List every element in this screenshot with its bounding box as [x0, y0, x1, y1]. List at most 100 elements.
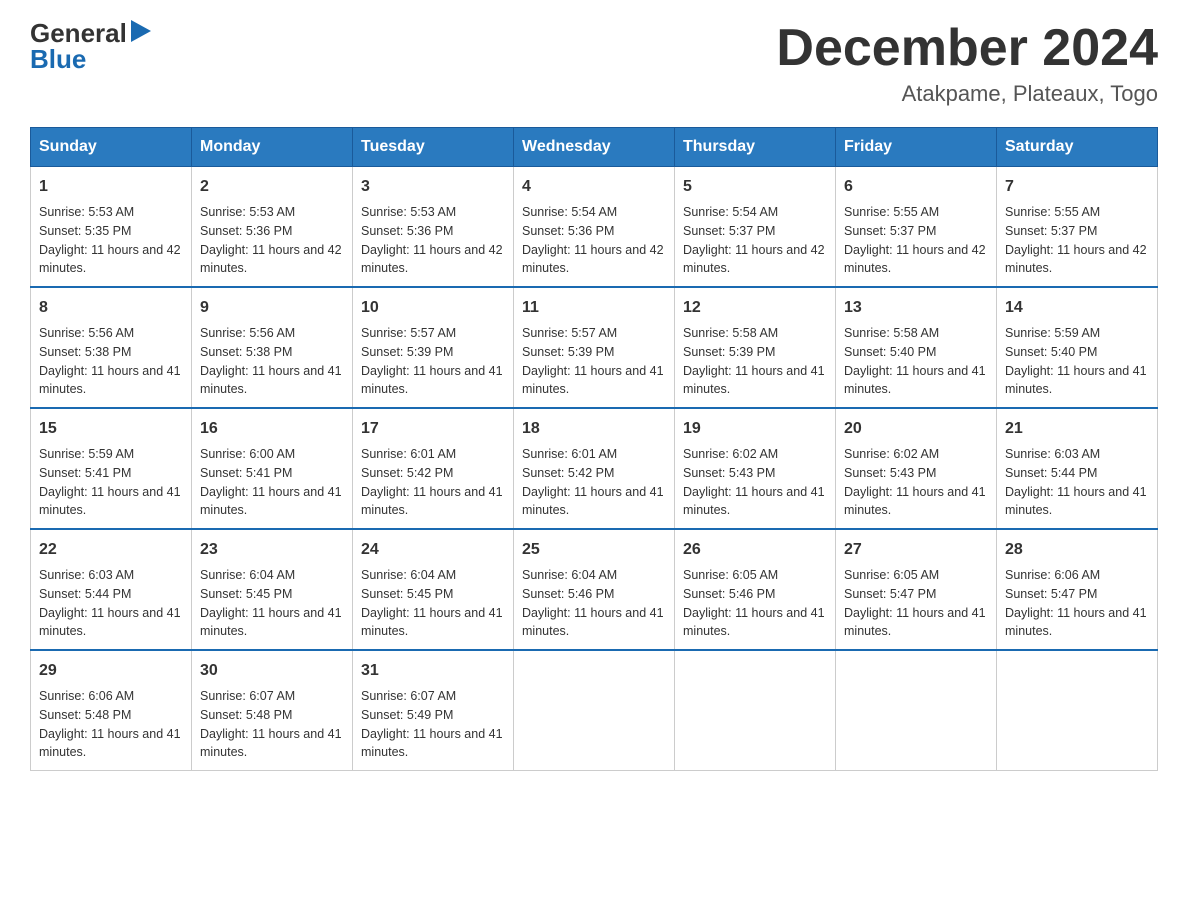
table-row: 9 Sunrise: 5:56 AM Sunset: 5:38 PM Dayli…: [192, 287, 353, 408]
day-info: Sunrise: 5:56 AM Sunset: 5:38 PM Dayligh…: [200, 324, 344, 399]
calendar-week-row: 29 Sunrise: 6:06 AM Sunset: 5:48 PM Dayl…: [31, 650, 1158, 771]
day-info: Sunrise: 6:02 AM Sunset: 5:43 PM Dayligh…: [683, 445, 827, 520]
header: General Blue December 2024 Atakpame, Pla…: [30, 20, 1158, 107]
page: General Blue December 2024 Atakpame, Pla…: [0, 0, 1188, 791]
day-number: 7: [1005, 175, 1149, 199]
table-row: 26 Sunrise: 6:05 AM Sunset: 5:46 PM Dayl…: [675, 529, 836, 650]
table-row: 22 Sunrise: 6:03 AM Sunset: 5:44 PM Dayl…: [31, 529, 192, 650]
header-friday: Friday: [836, 128, 997, 167]
logo-arrow-icon: [131, 20, 151, 42]
day-number: 3: [361, 175, 505, 199]
day-info: Sunrise: 5:59 AM Sunset: 5:40 PM Dayligh…: [1005, 324, 1149, 399]
day-info: Sunrise: 6:02 AM Sunset: 5:43 PM Dayligh…: [844, 445, 988, 520]
day-info: Sunrise: 6:01 AM Sunset: 5:42 PM Dayligh…: [361, 445, 505, 520]
day-number: 15: [39, 417, 183, 441]
table-row: 1 Sunrise: 5:53 AM Sunset: 5:35 PM Dayli…: [31, 167, 192, 288]
day-number: 20: [844, 417, 988, 441]
title-area: December 2024 Atakpame, Plateaux, Togo: [776, 20, 1158, 107]
table-row: 20 Sunrise: 6:02 AM Sunset: 5:43 PM Dayl…: [836, 408, 997, 529]
location: Atakpame, Plateaux, Togo: [776, 81, 1158, 107]
table-row: 28 Sunrise: 6:06 AM Sunset: 5:47 PM Dayl…: [997, 529, 1158, 650]
header-thursday: Thursday: [675, 128, 836, 167]
calendar-week-row: 15 Sunrise: 5:59 AM Sunset: 5:41 PM Dayl…: [31, 408, 1158, 529]
day-number: 2: [200, 175, 344, 199]
table-row: 13 Sunrise: 5:58 AM Sunset: 5:40 PM Dayl…: [836, 287, 997, 408]
table-row: 12 Sunrise: 5:58 AM Sunset: 5:39 PM Dayl…: [675, 287, 836, 408]
table-row: 6 Sunrise: 5:55 AM Sunset: 5:37 PM Dayli…: [836, 167, 997, 288]
table-row: 31 Sunrise: 6:07 AM Sunset: 5:49 PM Dayl…: [353, 650, 514, 771]
day-info: Sunrise: 6:04 AM Sunset: 5:46 PM Dayligh…: [522, 566, 666, 641]
day-info: Sunrise: 6:04 AM Sunset: 5:45 PM Dayligh…: [200, 566, 344, 641]
day-number: 11: [522, 296, 666, 320]
table-row: [836, 650, 997, 771]
table-row: 10 Sunrise: 5:57 AM Sunset: 5:39 PM Dayl…: [353, 287, 514, 408]
header-monday: Monday: [192, 128, 353, 167]
table-row: 5 Sunrise: 5:54 AM Sunset: 5:37 PM Dayli…: [675, 167, 836, 288]
table-row: 18 Sunrise: 6:01 AM Sunset: 5:42 PM Dayl…: [514, 408, 675, 529]
day-info: Sunrise: 5:54 AM Sunset: 5:37 PM Dayligh…: [683, 203, 827, 278]
day-number: 14: [1005, 296, 1149, 320]
day-info: Sunrise: 6:00 AM Sunset: 5:41 PM Dayligh…: [200, 445, 344, 520]
day-info: Sunrise: 5:56 AM Sunset: 5:38 PM Dayligh…: [39, 324, 183, 399]
day-info: Sunrise: 5:55 AM Sunset: 5:37 PM Dayligh…: [844, 203, 988, 278]
day-number: 9: [200, 296, 344, 320]
header-saturday: Saturday: [997, 128, 1158, 167]
table-row: [514, 650, 675, 771]
day-number: 5: [683, 175, 827, 199]
table-row: 8 Sunrise: 5:56 AM Sunset: 5:38 PM Dayli…: [31, 287, 192, 408]
day-number: 12: [683, 296, 827, 320]
day-info: Sunrise: 5:53 AM Sunset: 5:35 PM Dayligh…: [39, 203, 183, 278]
header-sunday: Sunday: [31, 128, 192, 167]
day-number: 19: [683, 417, 827, 441]
day-number: 13: [844, 296, 988, 320]
logo-text-blue: Blue: [30, 46, 86, 72]
day-info: Sunrise: 6:03 AM Sunset: 5:44 PM Dayligh…: [39, 566, 183, 641]
table-row: 23 Sunrise: 6:04 AM Sunset: 5:45 PM Dayl…: [192, 529, 353, 650]
day-number: 21: [1005, 417, 1149, 441]
day-number: 16: [200, 417, 344, 441]
table-row: 19 Sunrise: 6:02 AM Sunset: 5:43 PM Dayl…: [675, 408, 836, 529]
day-info: Sunrise: 6:01 AM Sunset: 5:42 PM Dayligh…: [522, 445, 666, 520]
day-number: 10: [361, 296, 505, 320]
day-number: 1: [39, 175, 183, 199]
calendar-week-row: 8 Sunrise: 5:56 AM Sunset: 5:38 PM Dayli…: [31, 287, 1158, 408]
day-number: 18: [522, 417, 666, 441]
day-info: Sunrise: 6:04 AM Sunset: 5:45 PM Dayligh…: [361, 566, 505, 641]
day-number: 28: [1005, 538, 1149, 562]
day-info: Sunrise: 6:05 AM Sunset: 5:47 PM Dayligh…: [844, 566, 988, 641]
weekday-header-row: Sunday Monday Tuesday Wednesday Thursday…: [31, 128, 1158, 167]
month-title: December 2024: [776, 20, 1158, 77]
table-row: 15 Sunrise: 5:59 AM Sunset: 5:41 PM Dayl…: [31, 408, 192, 529]
calendar-table: Sunday Monday Tuesday Wednesday Thursday…: [30, 127, 1158, 771]
day-info: Sunrise: 6:05 AM Sunset: 5:46 PM Dayligh…: [683, 566, 827, 641]
day-info: Sunrise: 5:57 AM Sunset: 5:39 PM Dayligh…: [361, 324, 505, 399]
day-number: 25: [522, 538, 666, 562]
day-number: 29: [39, 659, 183, 683]
day-info: Sunrise: 5:57 AM Sunset: 5:39 PM Dayligh…: [522, 324, 666, 399]
table-row: 7 Sunrise: 5:55 AM Sunset: 5:37 PM Dayli…: [997, 167, 1158, 288]
day-number: 23: [200, 538, 344, 562]
calendar-week-row: 22 Sunrise: 6:03 AM Sunset: 5:44 PM Dayl…: [31, 529, 1158, 650]
day-number: 22: [39, 538, 183, 562]
table-row: 3 Sunrise: 5:53 AM Sunset: 5:36 PM Dayli…: [353, 167, 514, 288]
day-number: 6: [844, 175, 988, 199]
table-row: 21 Sunrise: 6:03 AM Sunset: 5:44 PM Dayl…: [997, 408, 1158, 529]
day-info: Sunrise: 5:54 AM Sunset: 5:36 PM Dayligh…: [522, 203, 666, 278]
day-number: 8: [39, 296, 183, 320]
day-info: Sunrise: 5:55 AM Sunset: 5:37 PM Dayligh…: [1005, 203, 1149, 278]
day-info: Sunrise: 5:58 AM Sunset: 5:39 PM Dayligh…: [683, 324, 827, 399]
table-row: 14 Sunrise: 5:59 AM Sunset: 5:40 PM Dayl…: [997, 287, 1158, 408]
logo: General Blue: [30, 20, 151, 72]
day-number: 30: [200, 659, 344, 683]
day-info: Sunrise: 5:59 AM Sunset: 5:41 PM Dayligh…: [39, 445, 183, 520]
logo-text-general: General: [30, 20, 127, 46]
day-number: 31: [361, 659, 505, 683]
day-number: 24: [361, 538, 505, 562]
day-info: Sunrise: 5:58 AM Sunset: 5:40 PM Dayligh…: [844, 324, 988, 399]
day-info: Sunrise: 6:06 AM Sunset: 5:47 PM Dayligh…: [1005, 566, 1149, 641]
header-wednesday: Wednesday: [514, 128, 675, 167]
table-row: 17 Sunrise: 6:01 AM Sunset: 5:42 PM Dayl…: [353, 408, 514, 529]
day-info: Sunrise: 6:06 AM Sunset: 5:48 PM Dayligh…: [39, 687, 183, 762]
table-row: 29 Sunrise: 6:06 AM Sunset: 5:48 PM Dayl…: [31, 650, 192, 771]
table-row: 2 Sunrise: 5:53 AM Sunset: 5:36 PM Dayli…: [192, 167, 353, 288]
